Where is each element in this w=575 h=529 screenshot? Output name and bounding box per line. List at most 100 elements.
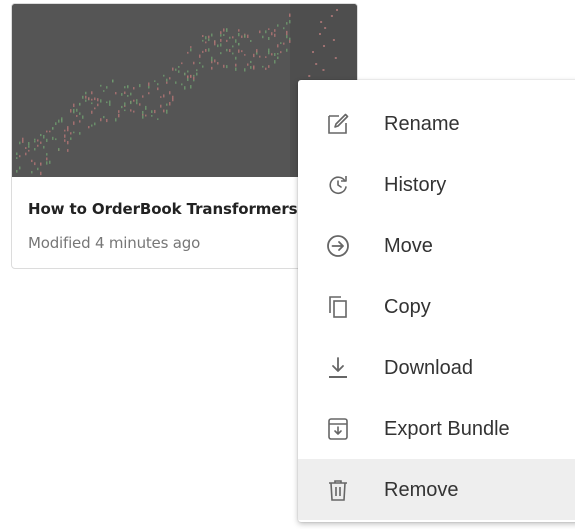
thumbnail-texture-dot	[121, 93, 123, 96]
thumbnail-texture-dot	[232, 36, 234, 39]
thumbnail-texture-dot	[220, 38, 222, 42]
thumbnail-texture-dot	[154, 80, 156, 82]
thumbnail-texture-dot	[97, 98, 99, 102]
thumbnail-texture-dot	[148, 82, 150, 86]
thumbnail-texture-dot	[241, 35, 243, 38]
thumbnail-texture-dot	[148, 92, 150, 95]
thumbnail-texture-dot	[277, 56, 279, 59]
menu-item-copy[interactable]: Copy	[298, 276, 575, 337]
menu-item-export-bundle[interactable]: Export Bundle	[298, 398, 575, 459]
thumbnail-texture-dot	[127, 85, 129, 89]
thumbnail-texture-dot	[322, 69, 325, 71]
thumbnail-texture-dot	[157, 87, 159, 91]
thumbnail-texture-dot	[265, 56, 267, 58]
thumbnail-texture-dot	[79, 120, 81, 123]
menu-item-label: Copy	[384, 296, 431, 318]
thumbnail-texture-dot	[19, 166, 21, 170]
thumbnail-texture-dot	[130, 92, 132, 96]
thumbnail-texture-dot	[220, 34, 222, 37]
thumbnail-texture-dot	[40, 141, 42, 144]
thumbnail-texture-dot	[336, 9, 339, 11]
thumbnail-texture-dot	[136, 101, 138, 105]
menu-item-history[interactable]: History	[298, 154, 575, 215]
thumbnail-texture-dot	[283, 27, 285, 30]
thumbnail-texture-dot	[181, 62, 183, 65]
thumbnail-texture-dot	[25, 147, 27, 149]
thumbnail-texture-dot	[256, 49, 258, 53]
thumbnail-texture-dot	[235, 56, 237, 60]
menu-item-move[interactable]: Move	[298, 215, 575, 276]
thumbnail-texture-dot	[238, 49, 240, 53]
thumbnail-texture-dot	[43, 135, 45, 139]
modified-timestamp: Modified 4 minutes ago	[28, 234, 201, 252]
thumbnail-texture-dot	[22, 140, 24, 143]
thumbnail-texture-dot	[121, 105, 123, 109]
menu-item-label: Move	[384, 235, 433, 257]
thumbnail-texture-dot	[274, 60, 276, 64]
thumbnail-texture-dot	[190, 85, 192, 89]
thumbnail-texture-dot	[229, 49, 231, 52]
thumbnail-texture-dot	[55, 138, 57, 141]
thumbnail-texture-dot	[46, 138, 48, 142]
thumbnail-texture-dot	[208, 48, 210, 52]
thumbnail-texture-dot	[190, 48, 192, 52]
thumbnail-texture-dot	[271, 53, 273, 56]
thumbnail-texture-dot	[229, 36, 231, 39]
thumbnail-texture-dot	[124, 91, 126, 95]
thumbnail-texture-dot	[253, 53, 255, 58]
thumbnail-texture-dot	[187, 51, 189, 54]
thumbnail-texture-dot	[52, 127, 54, 130]
thumbnail-texture-dot	[202, 35, 204, 38]
thumbnail-texture-dot	[320, 21, 323, 23]
thumbnail-texture-dot	[247, 63, 249, 66]
thumbnail-texture-dot	[142, 115, 144, 119]
menu-item-download[interactable]: Download	[298, 337, 575, 398]
thumbnail-texture-dot	[286, 34, 288, 39]
thumbnail-texture-dot	[315, 63, 318, 65]
thumbnail-texture-dot	[280, 42, 282, 44]
thumbnail-texture-dot	[28, 145, 30, 148]
thumbnail-texture-dot	[58, 147, 60, 151]
menu-item-label: Export Bundle	[384, 418, 510, 440]
thumbnail-texture-dot	[34, 138, 36, 141]
thumbnail-texture-dot	[178, 70, 180, 73]
thumbnail-texture-dot	[160, 96, 162, 98]
download-icon	[326, 356, 350, 380]
thumbnail-texture-dot	[94, 97, 96, 101]
thumbnail-texture-dot	[79, 112, 81, 115]
thumbnail-texture-dot	[91, 91, 93, 95]
notebook-title[interactable]: How to OrderBook Transformers	[28, 200, 298, 218]
thumbnail-texture-dot	[163, 74, 165, 77]
thumbnail-texture-dot	[244, 34, 246, 38]
menu-item-rename[interactable]: Rename	[298, 93, 575, 154]
thumbnail-texture-dot	[232, 45, 234, 48]
thumbnail-texture-dot	[37, 167, 39, 171]
thumbnail-texture-dot	[250, 60, 252, 64]
thumbnail-texture-dot	[103, 90, 105, 92]
thumbnail-texture-dot	[40, 133, 42, 137]
thumbnail-texture-dot	[25, 152, 27, 156]
thumbnail-texture-dot	[67, 140, 69, 145]
menu-item-remove[interactable]: Remove	[298, 459, 575, 520]
thumbnail-texture-dot	[82, 95, 84, 99]
thumbnail-texture-dot	[100, 118, 102, 122]
thumbnail-texture-dot	[175, 68, 177, 71]
thumbnail-texture-dot	[166, 81, 168, 84]
thumbnail-texture-dot	[148, 85, 150, 89]
history-icon	[326, 173, 350, 197]
thumbnail-texture-dot	[46, 161, 48, 165]
thumbnail-texture-dot	[106, 86, 108, 89]
thumbnail-texture-dot	[64, 129, 66, 132]
trash-icon	[326, 478, 350, 502]
thumbnail-texture-dot	[220, 43, 222, 47]
thumbnail-texture-dot	[286, 30, 288, 33]
thumbnail-texture-dot	[193, 76, 195, 80]
thumbnail-texture-dot	[220, 52, 222, 55]
thumbnail-texture-dot	[142, 95, 144, 98]
thumbnail-texture-dot	[157, 83, 159, 86]
edit-icon	[326, 112, 350, 136]
thumbnail-texture-dot	[274, 33, 276, 37]
thumbnail-texture-dot	[85, 99, 87, 102]
thumbnail-texture-dot	[262, 35, 264, 39]
thumbnail-texture-dot	[184, 72, 186, 76]
